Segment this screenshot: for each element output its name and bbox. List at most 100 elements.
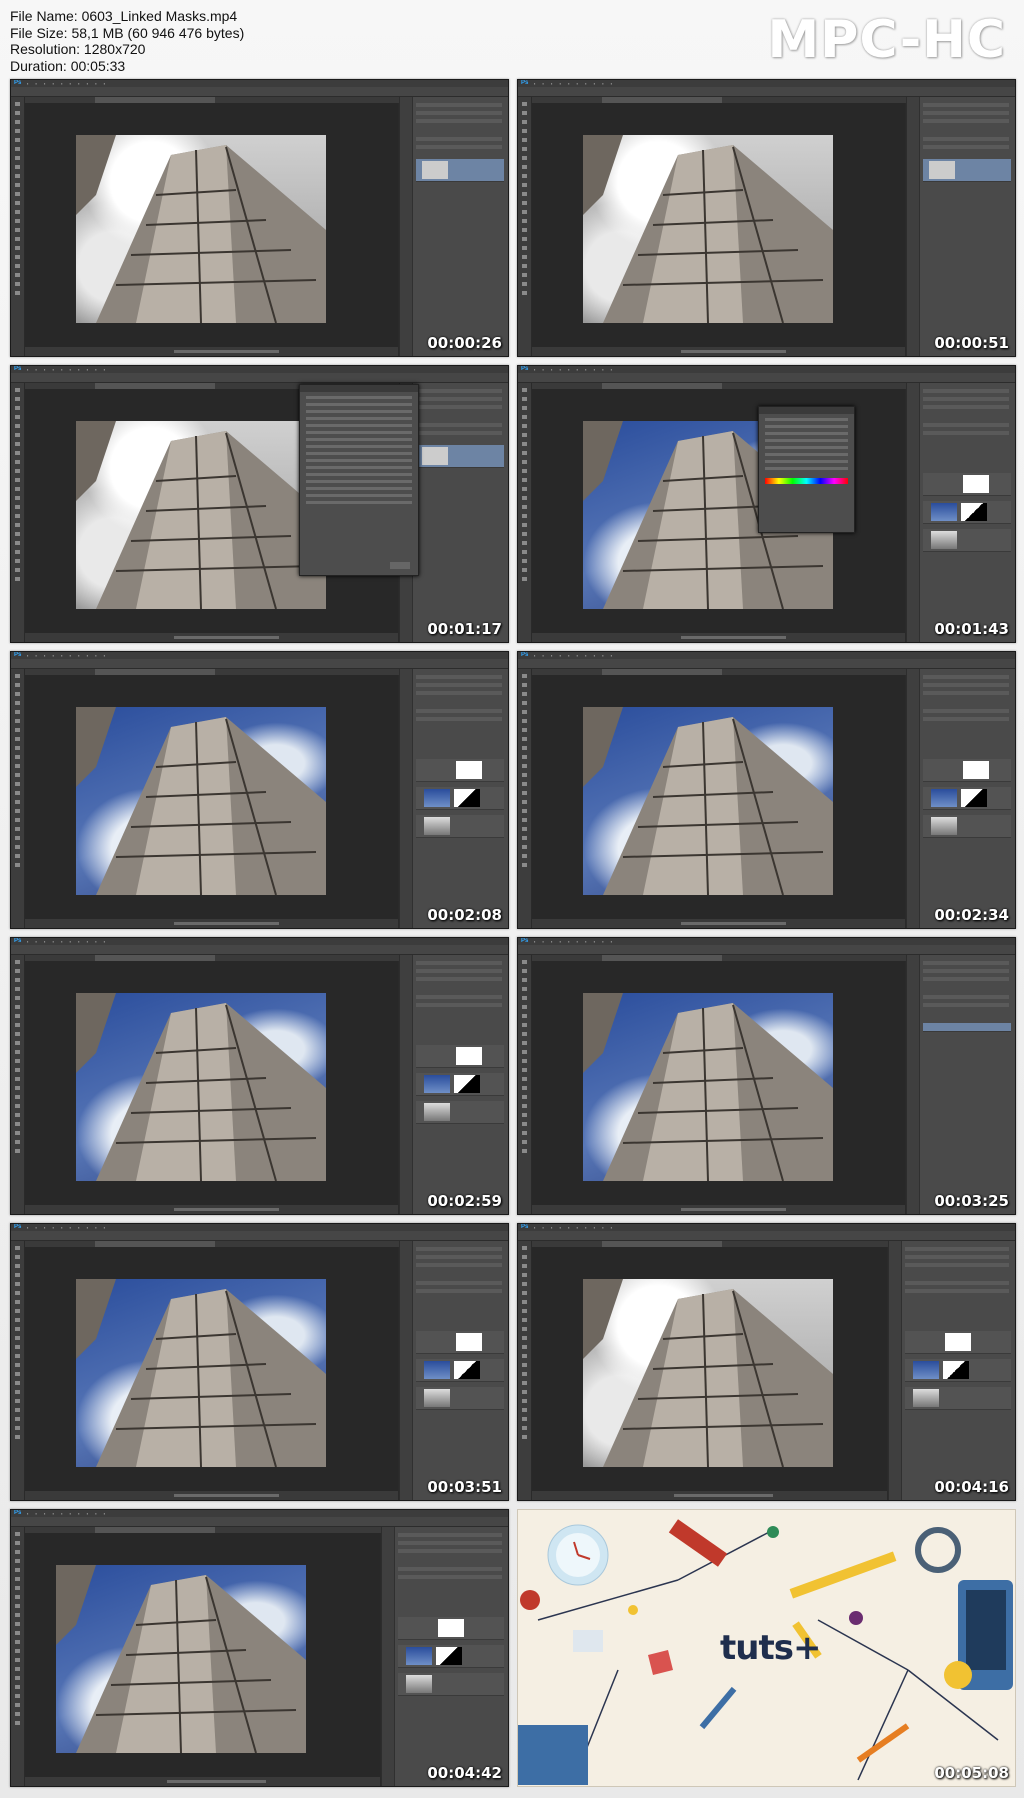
blend-mode-select[interactable] (416, 431, 502, 435)
refine-edge-dialog[interactable] (299, 384, 419, 576)
tool-icon[interactable] (522, 388, 527, 392)
tool-icon[interactable] (522, 102, 527, 106)
horizontal-scrollbar[interactable] (681, 636, 786, 639)
horizontal-scrollbar[interactable] (174, 636, 279, 639)
tool-icon[interactable] (522, 1435, 527, 1439)
tool-icon[interactable] (15, 1300, 20, 1304)
tool-icon[interactable] (522, 541, 527, 545)
tool-icon[interactable] (522, 1291, 527, 1295)
tool-icon[interactable] (15, 1246, 20, 1250)
tool-icon[interactable] (15, 273, 20, 277)
tool-icon[interactable] (15, 451, 20, 455)
tool-icon[interactable] (15, 1381, 20, 1385)
tool-icon[interactable] (15, 827, 20, 831)
tool-icon[interactable] (15, 291, 20, 295)
tool-icon[interactable] (15, 433, 20, 437)
tool-icon[interactable] (522, 845, 527, 849)
tool-icon[interactable] (522, 854, 527, 858)
tool-icon[interactable] (522, 183, 527, 187)
tool-icon[interactable] (15, 1685, 20, 1689)
tool-icon[interactable] (15, 863, 20, 867)
tool-icon[interactable] (522, 1273, 527, 1277)
tool-icon[interactable] (15, 388, 20, 392)
tool-icon[interactable] (522, 728, 527, 732)
tool-icon[interactable] (15, 1363, 20, 1367)
blend-mode-select[interactable] (923, 717, 1009, 721)
layer-row[interactable] (923, 159, 1011, 182)
tool-icon[interactable] (15, 559, 20, 563)
tool-icon[interactable] (522, 1336, 527, 1340)
tool-icon[interactable] (522, 442, 527, 446)
tool-icon[interactable] (522, 1050, 527, 1054)
tool-icon[interactable] (15, 845, 20, 849)
tool-icon[interactable] (522, 863, 527, 867)
tool-icon[interactable] (522, 228, 527, 232)
tool-icon[interactable] (522, 505, 527, 509)
layers-tabs[interactable] (416, 137, 502, 141)
tool-icon[interactable] (15, 1613, 20, 1617)
tool-icon[interactable] (522, 129, 527, 133)
horizontal-scrollbar[interactable] (174, 1208, 279, 1211)
tool-icon[interactable] (15, 1273, 20, 1277)
tool-icon[interactable] (15, 960, 20, 964)
layer-row[interactable] (923, 815, 1011, 838)
tool-icon[interactable] (15, 809, 20, 813)
tool-icon[interactable] (15, 505, 20, 509)
tool-icon[interactable] (522, 138, 527, 142)
panel-tabs[interactable] (416, 389, 502, 393)
layers-tabs[interactable] (416, 1281, 502, 1285)
tool-icon[interactable] (522, 969, 527, 973)
tool-icon[interactable] (522, 156, 527, 160)
tool-icon[interactable] (15, 1131, 20, 1135)
tool-icon[interactable] (15, 1631, 20, 1635)
panel-tabs[interactable] (905, 1247, 1009, 1251)
horizontal-scrollbar[interactable] (167, 1780, 267, 1783)
tool-icon[interactable] (15, 1291, 20, 1295)
tool-icon[interactable] (522, 1104, 527, 1108)
tool-icon[interactable] (522, 219, 527, 223)
layers-tabs[interactable] (416, 995, 502, 999)
tool-icon[interactable] (15, 1372, 20, 1376)
tool-icon[interactable] (15, 514, 20, 518)
tool-icon[interactable] (522, 1122, 527, 1126)
tool-icon[interactable] (15, 1122, 20, 1126)
tool-icon[interactable] (522, 1014, 527, 1018)
tool-icon[interactable] (15, 174, 20, 178)
layer-row[interactable] (416, 1359, 504, 1382)
layer-row[interactable] (416, 787, 504, 810)
tool-icon[interactable] (522, 460, 527, 464)
tool-icon[interactable] (15, 1595, 20, 1599)
tool-icon[interactable] (522, 111, 527, 115)
tool-icon[interactable] (15, 1050, 20, 1054)
tool-icon[interactable] (522, 577, 527, 581)
tool-icon[interactable] (15, 719, 20, 723)
tool-icon[interactable] (522, 255, 527, 259)
tool-icon[interactable] (15, 1014, 20, 1018)
tool-icon[interactable] (15, 692, 20, 696)
tool-icon[interactable] (522, 1345, 527, 1349)
tool-icon[interactable] (522, 737, 527, 741)
tool-icon[interactable] (522, 1426, 527, 1430)
tool-icon[interactable] (15, 1541, 20, 1545)
tool-icon[interactable] (15, 1327, 20, 1331)
tool-icon[interactable] (522, 424, 527, 428)
tool-icon[interactable] (15, 1640, 20, 1644)
panel-tabs[interactable] (416, 961, 502, 965)
tool-icon[interactable] (15, 800, 20, 804)
layer-row[interactable] (416, 159, 504, 182)
tool-icon[interactable] (522, 523, 527, 527)
panel-tabs[interactable] (923, 389, 1009, 393)
tool-icon[interactable] (522, 701, 527, 705)
tool-icon[interactable] (15, 1336, 20, 1340)
tool-icon[interactable] (15, 201, 20, 205)
tool-icon[interactable] (15, 183, 20, 187)
tool-icon[interactable] (15, 111, 20, 115)
tool-icon[interactable] (15, 282, 20, 286)
tool-icon[interactable] (15, 1140, 20, 1144)
tool-icon[interactable] (522, 192, 527, 196)
tool-icon[interactable] (15, 1586, 20, 1590)
tool-icon[interactable] (522, 1140, 527, 1144)
horizontal-scrollbar[interactable] (681, 1208, 786, 1211)
properties-panel[interactable] (758, 406, 855, 533)
tool-icon[interactable] (522, 478, 527, 482)
